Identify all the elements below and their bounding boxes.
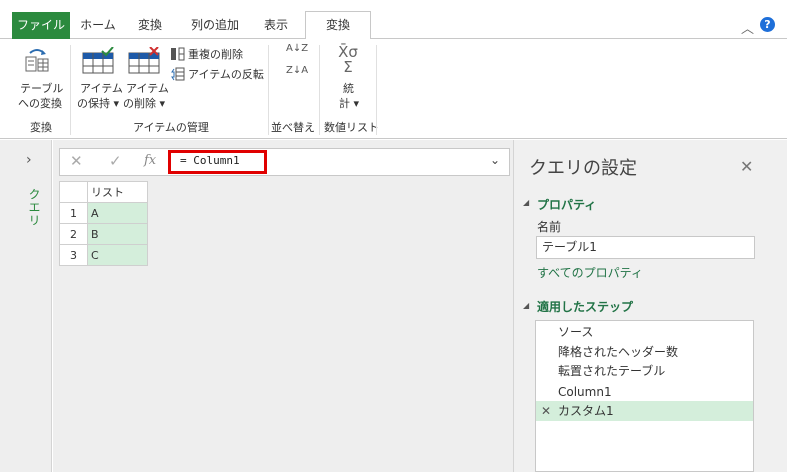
tab-transform[interactable]: 変換 <box>132 12 168 39</box>
to-table-button[interactable] <box>24 47 50 79</box>
tab-add-column[interactable]: 列の追加 <box>186 12 244 39</box>
step-item[interactable]: 降格されたヘッダー数 <box>536 342 753 362</box>
formula-bar: ✕ ✓ fx = Column1 ⌄ <box>59 148 510 176</box>
statistics-button[interactable]: X̄σ Σ <box>333 45 363 75</box>
keep-items-label-2[interactable]: の保持 ▾ <box>77 96 119 111</box>
tab-file[interactable]: ファイル <box>12 12 70 39</box>
commit-icon[interactable]: ✓ <box>109 152 122 170</box>
name-label: 名前 <box>537 220 562 234</box>
table-row: 1 A <box>59 202 148 224</box>
properties-heading[interactable]: プロパティ <box>537 196 596 213</box>
remove-items-icon <box>128 46 160 74</box>
group-divider <box>319 45 320 135</box>
group-label-manage: アイテムの管理 <box>133 121 209 134</box>
reverse-items-label: アイテムの反転 <box>188 68 264 81</box>
sort-ascending-icon: A↓Z <box>286 43 309 54</box>
ribbon-tab-bar: ファイル ホーム 変換 列の追加 表示 変換 ︿ ? <box>0 0 787 40</box>
step-item-selected[interactable]: ✕ カスタム1 <box>536 401 753 421</box>
remove-duplicates-label: 重複の削除 <box>188 48 243 61</box>
table-row: 3 C <box>59 244 148 266</box>
step-item[interactable]: 転置されたテーブル <box>536 361 753 381</box>
column-header-list[interactable]: リスト <box>87 181 148 203</box>
statistics-label-1: 統 <box>343 82 354 95</box>
applied-steps-heading[interactable]: 適用したステップ <box>537 298 633 315</box>
cancel-icon[interactable]: ✕ <box>70 152 83 170</box>
collapse-properties-icon[interactable]: ◢ <box>523 198 529 207</box>
remove-duplicates-icon <box>171 47 185 61</box>
step-item[interactable]: Column1 <box>536 382 753 402</box>
settings-title: クエリの設定 <box>529 158 637 179</box>
cell-value[interactable]: A <box>87 202 148 224</box>
grid-corner[interactable] <box>59 181 88 203</box>
row-number[interactable]: 3 <box>59 244 88 266</box>
reverse-items-icon <box>171 67 185 81</box>
keep-items-icon <box>82 46 114 74</box>
expand-formula-icon[interactable]: ⌄ <box>490 153 500 167</box>
ribbon: テーブル への変換 変換 アイテム の保持 ▾ アイテム の削除 ▾ 重複の削除 <box>0 39 787 139</box>
applied-steps-list: ソース 降格されたヘッダー数 転置されたテーブル Column1 ✕ カスタム1 <box>535 320 754 472</box>
to-table-label-2: への変換 <box>18 97 62 110</box>
sort-descending-button[interactable]: Z↓A <box>286 66 308 76</box>
formula-input[interactable]: = Column1 <box>180 154 240 167</box>
table-row: 2 B <box>59 223 148 245</box>
step-item[interactable]: ソース <box>536 322 753 342</box>
collapse-steps-icon[interactable]: ◢ <box>523 301 529 310</box>
step-label: カスタム1 <box>558 404 614 418</box>
help-icon[interactable]: ? <box>760 17 775 32</box>
group-label-convert: 変換 <box>30 121 52 134</box>
cell-value[interactable]: B <box>87 223 148 245</box>
data-grid: リスト 1 A 2 B 3 C <box>59 181 148 266</box>
collapse-ribbon-icon[interactable]: ︿ <box>741 18 754 37</box>
group-label-numeric: 数値リスト <box>324 121 379 134</box>
to-table-icon <box>25 49 49 72</box>
insert-function-icon[interactable]: fx <box>144 153 156 168</box>
all-properties-link[interactable]: すべてのプロパティ <box>537 264 643 281</box>
tab-home[interactable]: ホーム <box>80 12 116 39</box>
expand-queries-icon[interactable]: › <box>26 152 32 168</box>
sigma-icon: Σ <box>343 58 353 76</box>
tab-list-transform[interactable]: 変換 <box>305 11 371 40</box>
statistics-label-2[interactable]: 計 ▾ <box>339 96 359 111</box>
group-divider <box>376 45 377 135</box>
remove-items-button[interactable] <box>128 46 160 79</box>
query-name-input[interactable]: テーブル1 <box>536 236 755 259</box>
group-divider <box>268 45 269 135</box>
row-number[interactable]: 2 <box>59 223 88 245</box>
row-number[interactable]: 1 <box>59 202 88 224</box>
close-icon[interactable]: ✕ <box>740 157 753 176</box>
cell-value[interactable]: C <box>87 244 148 266</box>
sort-descending-icon: Z↓A <box>286 65 309 76</box>
sort-ascending-button[interactable]: A↓Z <box>286 44 308 54</box>
queries-pane-label[interactable]: クエリ <box>26 188 43 227</box>
queries-pane: › クエリ <box>0 140 52 472</box>
keep-items-button[interactable] <box>82 46 114 79</box>
remove-duplicates-button[interactable]: 重複の削除 <box>171 46 263 62</box>
remove-items-label-2[interactable]: の削除 ▾ <box>123 96 165 111</box>
delete-step-icon[interactable]: ✕ <box>541 401 551 421</box>
remove-items-label-1: アイテム <box>126 82 169 95</box>
to-table-label-1: テーブル <box>20 82 64 95</box>
group-divider <box>70 45 71 135</box>
keep-items-label-1: アイテム <box>80 82 123 95</box>
reverse-items-button[interactable]: アイテムの反転 <box>171 66 266 82</box>
tab-view[interactable]: 表示 <box>258 12 294 39</box>
group-label-sort: 並べ替え <box>271 121 315 134</box>
